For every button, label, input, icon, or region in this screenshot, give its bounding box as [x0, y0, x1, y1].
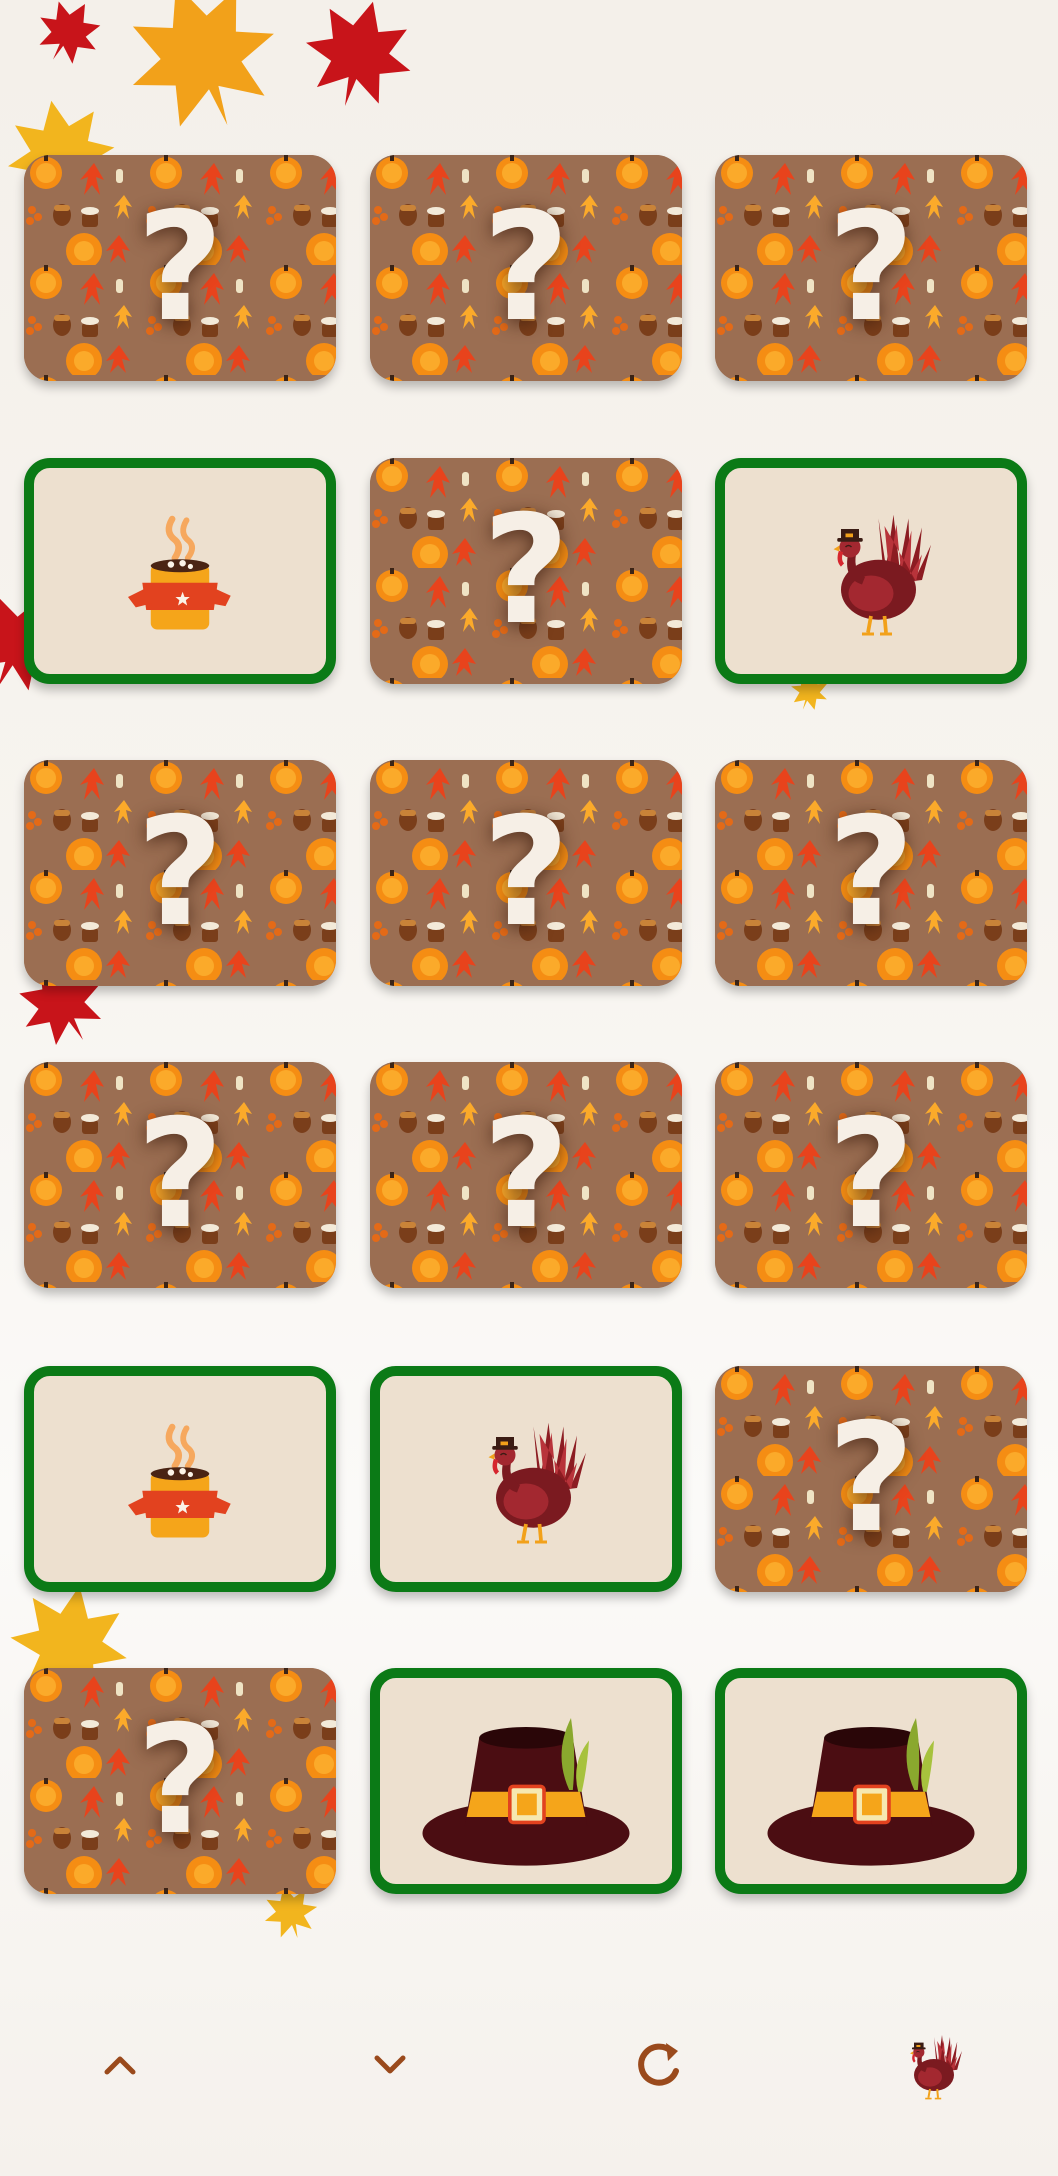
question-mark: ? — [136, 786, 224, 960]
memory-card-facedown[interactable]: ? — [370, 155, 682, 381]
question-mark: ? — [136, 181, 224, 355]
question-mark: ? — [136, 1694, 224, 1868]
refresh-icon — [638, 2043, 679, 2086]
memory-card-facedown[interactable]: ? — [370, 458, 682, 684]
memory-card-facedown[interactable]: ? — [715, 760, 1027, 986]
question-mark: ? — [482, 1088, 570, 1262]
question-mark: ? — [827, 786, 915, 960]
memory-card-matched[interactable] — [370, 1366, 682, 1592]
question-mark: ? — [136, 1088, 224, 1262]
question-mark: ? — [482, 484, 570, 658]
pilgrim-hat-icon — [406, 1691, 646, 1871]
memory-card-facedown[interactable]: ? — [370, 1062, 682, 1288]
turkey-icon — [451, 1404, 601, 1554]
memory-card-matched[interactable] — [715, 458, 1027, 684]
pilgrim-hat-icon — [751, 1691, 991, 1871]
scroll-down-button[interactable] — [330, 1980, 450, 2150]
memory-card-matched[interactable] — [715, 1668, 1027, 1894]
question-mark: ? — [827, 181, 915, 355]
memory-card-facedown[interactable]: ? — [24, 1062, 336, 1288]
turkey-icon — [890, 2025, 970, 2105]
scroll-up-button[interactable] — [60, 1980, 180, 2150]
restart-button[interactable] — [600, 1980, 720, 2150]
cocoa-mug-icon — [115, 506, 245, 636]
turkey-icon — [796, 496, 946, 646]
question-mark: ? — [482, 786, 570, 960]
question-mark: ? — [827, 1392, 915, 1566]
theme-button[interactable] — [870, 1980, 990, 2150]
bottom-toolbar — [0, 1980, 1058, 2150]
memory-card-matched[interactable] — [24, 1366, 336, 1592]
memory-card-matched[interactable] — [370, 1668, 682, 1894]
memory-card-facedown[interactable]: ? — [370, 760, 682, 986]
cocoa-mug-icon — [115, 1414, 245, 1544]
chevron-down-icon — [374, 2055, 406, 2074]
memory-card-facedown[interactable]: ? — [24, 760, 336, 986]
memory-card-facedown[interactable]: ? — [715, 155, 1027, 381]
memory-card-facedown[interactable]: ? — [24, 155, 336, 381]
memory-card-facedown[interactable]: ? — [715, 1062, 1027, 1288]
memory-card-facedown[interactable]: ? — [24, 1668, 336, 1894]
question-mark: ? — [482, 181, 570, 355]
memory-card-matched[interactable] — [24, 458, 336, 684]
memory-game-board: ???????????? — [0, 0, 1058, 1900]
question-mark: ? — [827, 1088, 915, 1262]
chevron-up-icon — [104, 2056, 136, 2075]
memory-card-facedown[interactable]: ? — [715, 1366, 1027, 1592]
